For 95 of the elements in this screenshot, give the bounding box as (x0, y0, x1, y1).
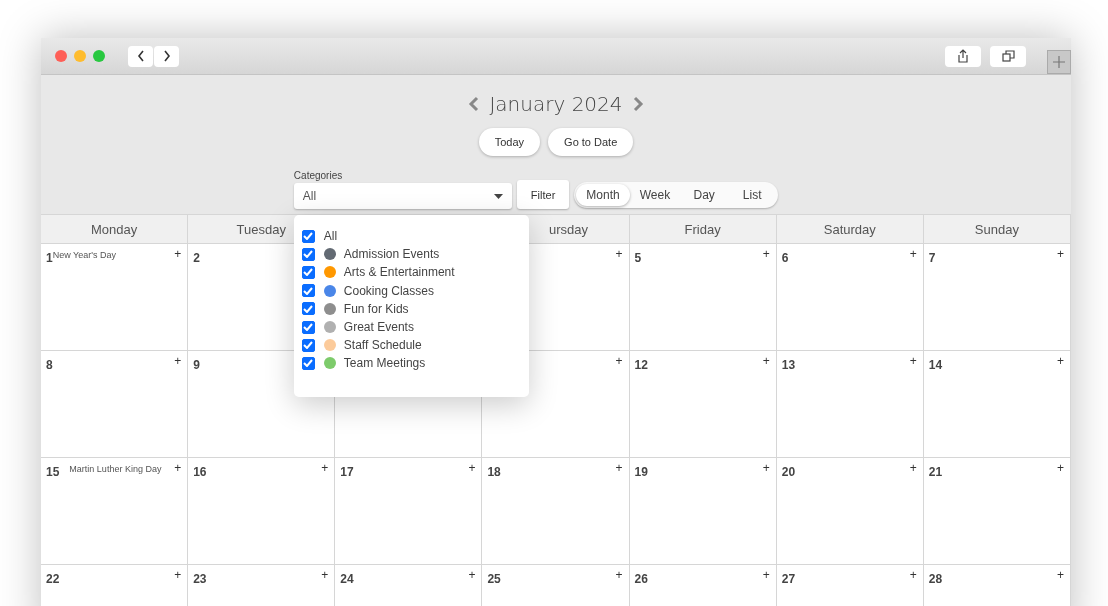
add-event-button[interactable]: + (1056, 248, 1064, 260)
back-chevron-icon (137, 50, 144, 62)
day-number: 7 (928, 251, 936, 265)
close-icon[interactable] (55, 50, 67, 62)
add-event-button[interactable]: + (762, 569, 770, 581)
weekday-header: Tuesday (236, 221, 286, 237)
view-tab[interactable]: List (728, 184, 777, 206)
day-number: 13 (781, 358, 796, 372)
day-number: 16 (193, 465, 207, 479)
add-event-button[interactable]: + (762, 355, 770, 367)
add-event-button[interactable]: + (909, 248, 917, 260)
share-button[interactable] (945, 45, 981, 67)
category-checkbox[interactable] (301, 338, 315, 352)
category-label[interactable]: Great Events (343, 320, 414, 335)
day-number: 15 (46, 465, 60, 479)
share-icon (957, 49, 969, 63)
weekday-header: Friday (684, 221, 721, 237)
day-number: 9 (193, 358, 200, 372)
filter-button[interactable]: Filter (516, 180, 570, 209)
day-number: 12 (634, 358, 648, 372)
add-event-button[interactable]: + (1056, 569, 1064, 581)
add-event-button[interactable]: + (615, 462, 623, 474)
category-label[interactable]: Staff Schedule (343, 338, 422, 353)
category-label[interactable]: Arts & Entertainment (343, 265, 455, 280)
category-checkbox[interactable] (301, 320, 315, 334)
add-event-button[interactable]: + (468, 462, 476, 474)
day-number: 5 (634, 251, 642, 265)
add-event-button[interactable]: + (174, 569, 182, 581)
day-number: 14 (928, 358, 943, 372)
back-button[interactable] (128, 45, 153, 67)
category-label[interactable]: Admission Events (343, 247, 440, 262)
category-checkbox[interactable] (301, 284, 315, 298)
category-label[interactable]: Cooking Classes (343, 283, 434, 298)
day-number: 6 (781, 251, 789, 265)
view-tab[interactable]: Day (680, 184, 729, 206)
day-number: 23 (193, 572, 207, 586)
add-event-button[interactable]: + (615, 248, 623, 260)
today-button[interactable]: Today (478, 128, 541, 156)
tabs-icon (1001, 50, 1015, 62)
day-number: 1 (46, 251, 53, 265)
weekday-header: ursday (547, 221, 588, 237)
category-label[interactable]: Fun for Kids (343, 301, 409, 316)
add-event-button[interactable]: + (174, 355, 182, 367)
category-checkbox[interactable] (301, 302, 315, 316)
day-number: 2 (193, 251, 200, 265)
category-checkbox[interactable] (301, 265, 315, 279)
add-event-button[interactable]: + (762, 248, 770, 260)
category-label[interactable]: Team Meetings (343, 356, 426, 371)
weekday-header: Sunday (974, 221, 1019, 237)
add-event-button[interactable]: + (762, 462, 770, 474)
add-event-button[interactable]: + (909, 462, 917, 474)
weekday-header: Saturday (823, 221, 876, 237)
view-tab[interactable]: Week (629, 184, 681, 206)
day-number: 25 (487, 572, 501, 586)
tabs-button[interactable] (990, 45, 1026, 67)
add-event-button[interactable]: + (615, 569, 623, 581)
add-event-button[interactable]: + (615, 355, 623, 367)
day-number: 27 (781, 572, 796, 586)
add-event-button[interactable]: + (321, 569, 329, 581)
next-month-icon[interactable] (632, 96, 644, 112)
day-number: 18 (487, 465, 501, 479)
day-number: 24 (340, 572, 354, 586)
day-number: 28 (928, 572, 943, 586)
add-event-button[interactable]: + (174, 248, 182, 260)
month-title: January 2024 (489, 92, 623, 116)
add-event-button[interactable]: + (909, 569, 917, 581)
add-event-button[interactable]: + (909, 355, 917, 367)
forward-chevron-icon (163, 50, 170, 62)
add-event-button[interactable]: + (321, 462, 329, 474)
day-number: 26 (634, 572, 648, 586)
day-number: 20 (781, 465, 796, 479)
day-number: 19 (634, 465, 648, 479)
go-to-date-button[interactable]: Go to Date (548, 128, 634, 156)
event-label[interactable]: New Year's Day (52, 250, 116, 260)
previous-month-icon[interactable] (468, 96, 480, 112)
add-event-button[interactable]: + (1056, 462, 1064, 474)
weekday-header: Monday (90, 221, 138, 237)
day-number: 8 (46, 358, 53, 372)
category-label[interactable]: All (323, 229, 338, 244)
day-number: 17 (340, 465, 354, 479)
view-tab[interactable]: Month (576, 184, 630, 206)
categories-label: Categories (293, 170, 344, 181)
caret-icon (493, 193, 503, 199)
add-event-button[interactable]: + (468, 569, 476, 581)
day-number: 21 (928, 465, 943, 479)
add-event-button[interactable]: + (174, 462, 182, 474)
event-label[interactable]: Martin Luther King Day (69, 464, 162, 474)
plus-icon (1053, 56, 1065, 68)
forward-button[interactable] (154, 45, 179, 67)
add-event-button[interactable]: + (1056, 355, 1064, 367)
categories-select[interactable]: All (293, 183, 512, 209)
day-number: 22 (46, 572, 60, 586)
category-checkbox[interactable] (301, 229, 315, 243)
category-checkbox[interactable] (301, 247, 315, 261)
category-checkbox[interactable] (301, 356, 315, 370)
